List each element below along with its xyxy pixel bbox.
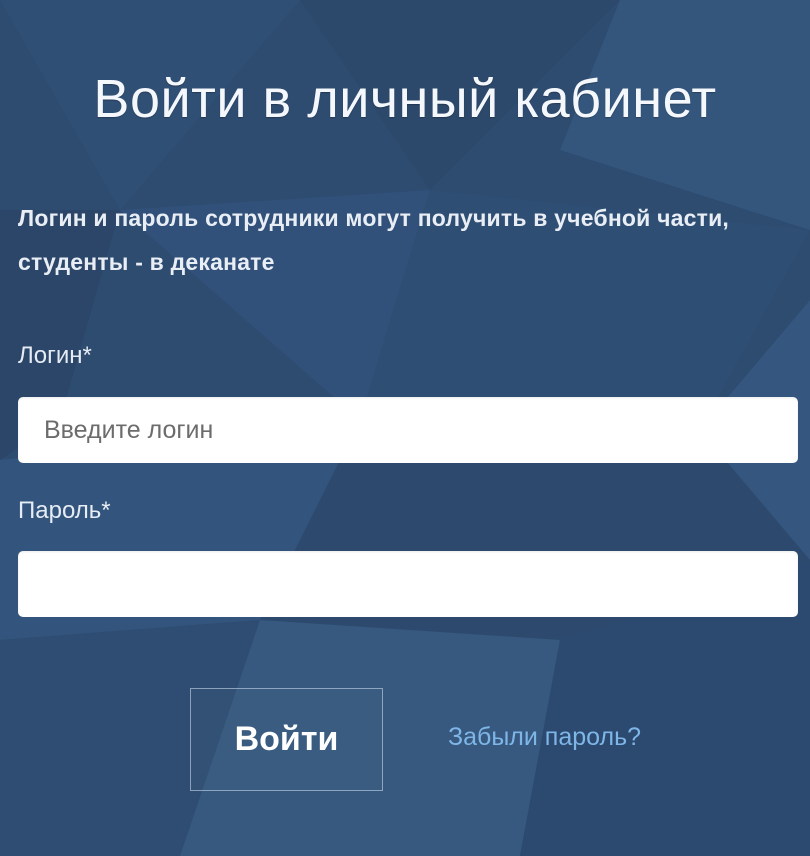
page-title: Войти в личный кабинет (93, 69, 717, 129)
password-input[interactable] (18, 551, 798, 617)
login-button[interactable]: Войти (190, 688, 383, 791)
login-label: Логин* (18, 342, 92, 369)
forgot-password-link[interactable]: Забыли пароль? (448, 723, 641, 752)
password-label: Пароль* (18, 497, 111, 524)
login-page: Войти в личный кабинет Логин и пароль со… (0, 0, 810, 856)
login-input[interactable] (18, 397, 798, 463)
login-notice: Логин и пароль сотрудники могут получить… (18, 205, 730, 275)
